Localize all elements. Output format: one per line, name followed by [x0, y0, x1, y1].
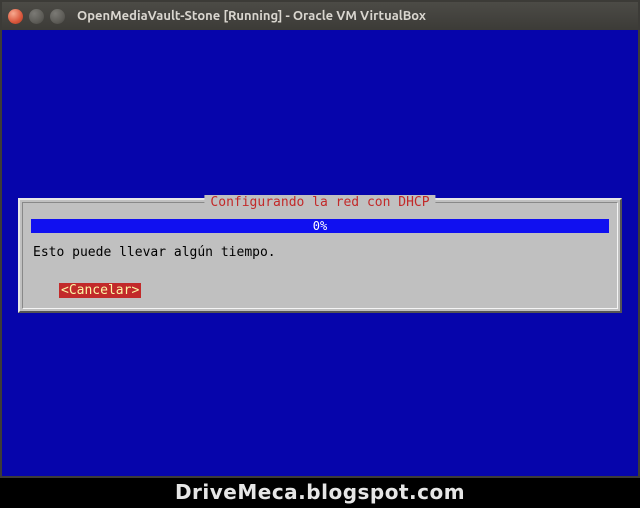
maximize-icon[interactable]: [50, 9, 65, 24]
vm-screen: Configurando la red con DHCP 0% Esto pue…: [2, 30, 638, 476]
cancel-button[interactable]: <Cancelar>: [59, 283, 141, 298]
dialog-message: Esto puede llevar algún tiempo.: [33, 245, 276, 260]
minimize-icon[interactable]: [29, 9, 44, 24]
watermark-text: DriveMeca.blogspot.com: [0, 480, 640, 504]
close-icon[interactable]: [8, 9, 23, 24]
progress-label: 0%: [313, 219, 327, 233]
installer-dialog: Configurando la red con DHCP 0% Esto pue…: [18, 198, 622, 313]
dialog-inner: Configurando la red con DHCP 0% Esto pue…: [22, 202, 618, 309]
progress-bar: 0%: [31, 219, 609, 233]
window-title: OpenMediaVault-Stone [Running] - Oracle …: [77, 9, 426, 23]
dialog-title: Configurando la red con DHCP: [204, 195, 435, 210]
virtualbox-window: OpenMediaVault-Stone [Running] - Oracle …: [0, 0, 640, 478]
window-titlebar[interactable]: OpenMediaVault-Stone [Running] - Oracle …: [2, 2, 638, 30]
